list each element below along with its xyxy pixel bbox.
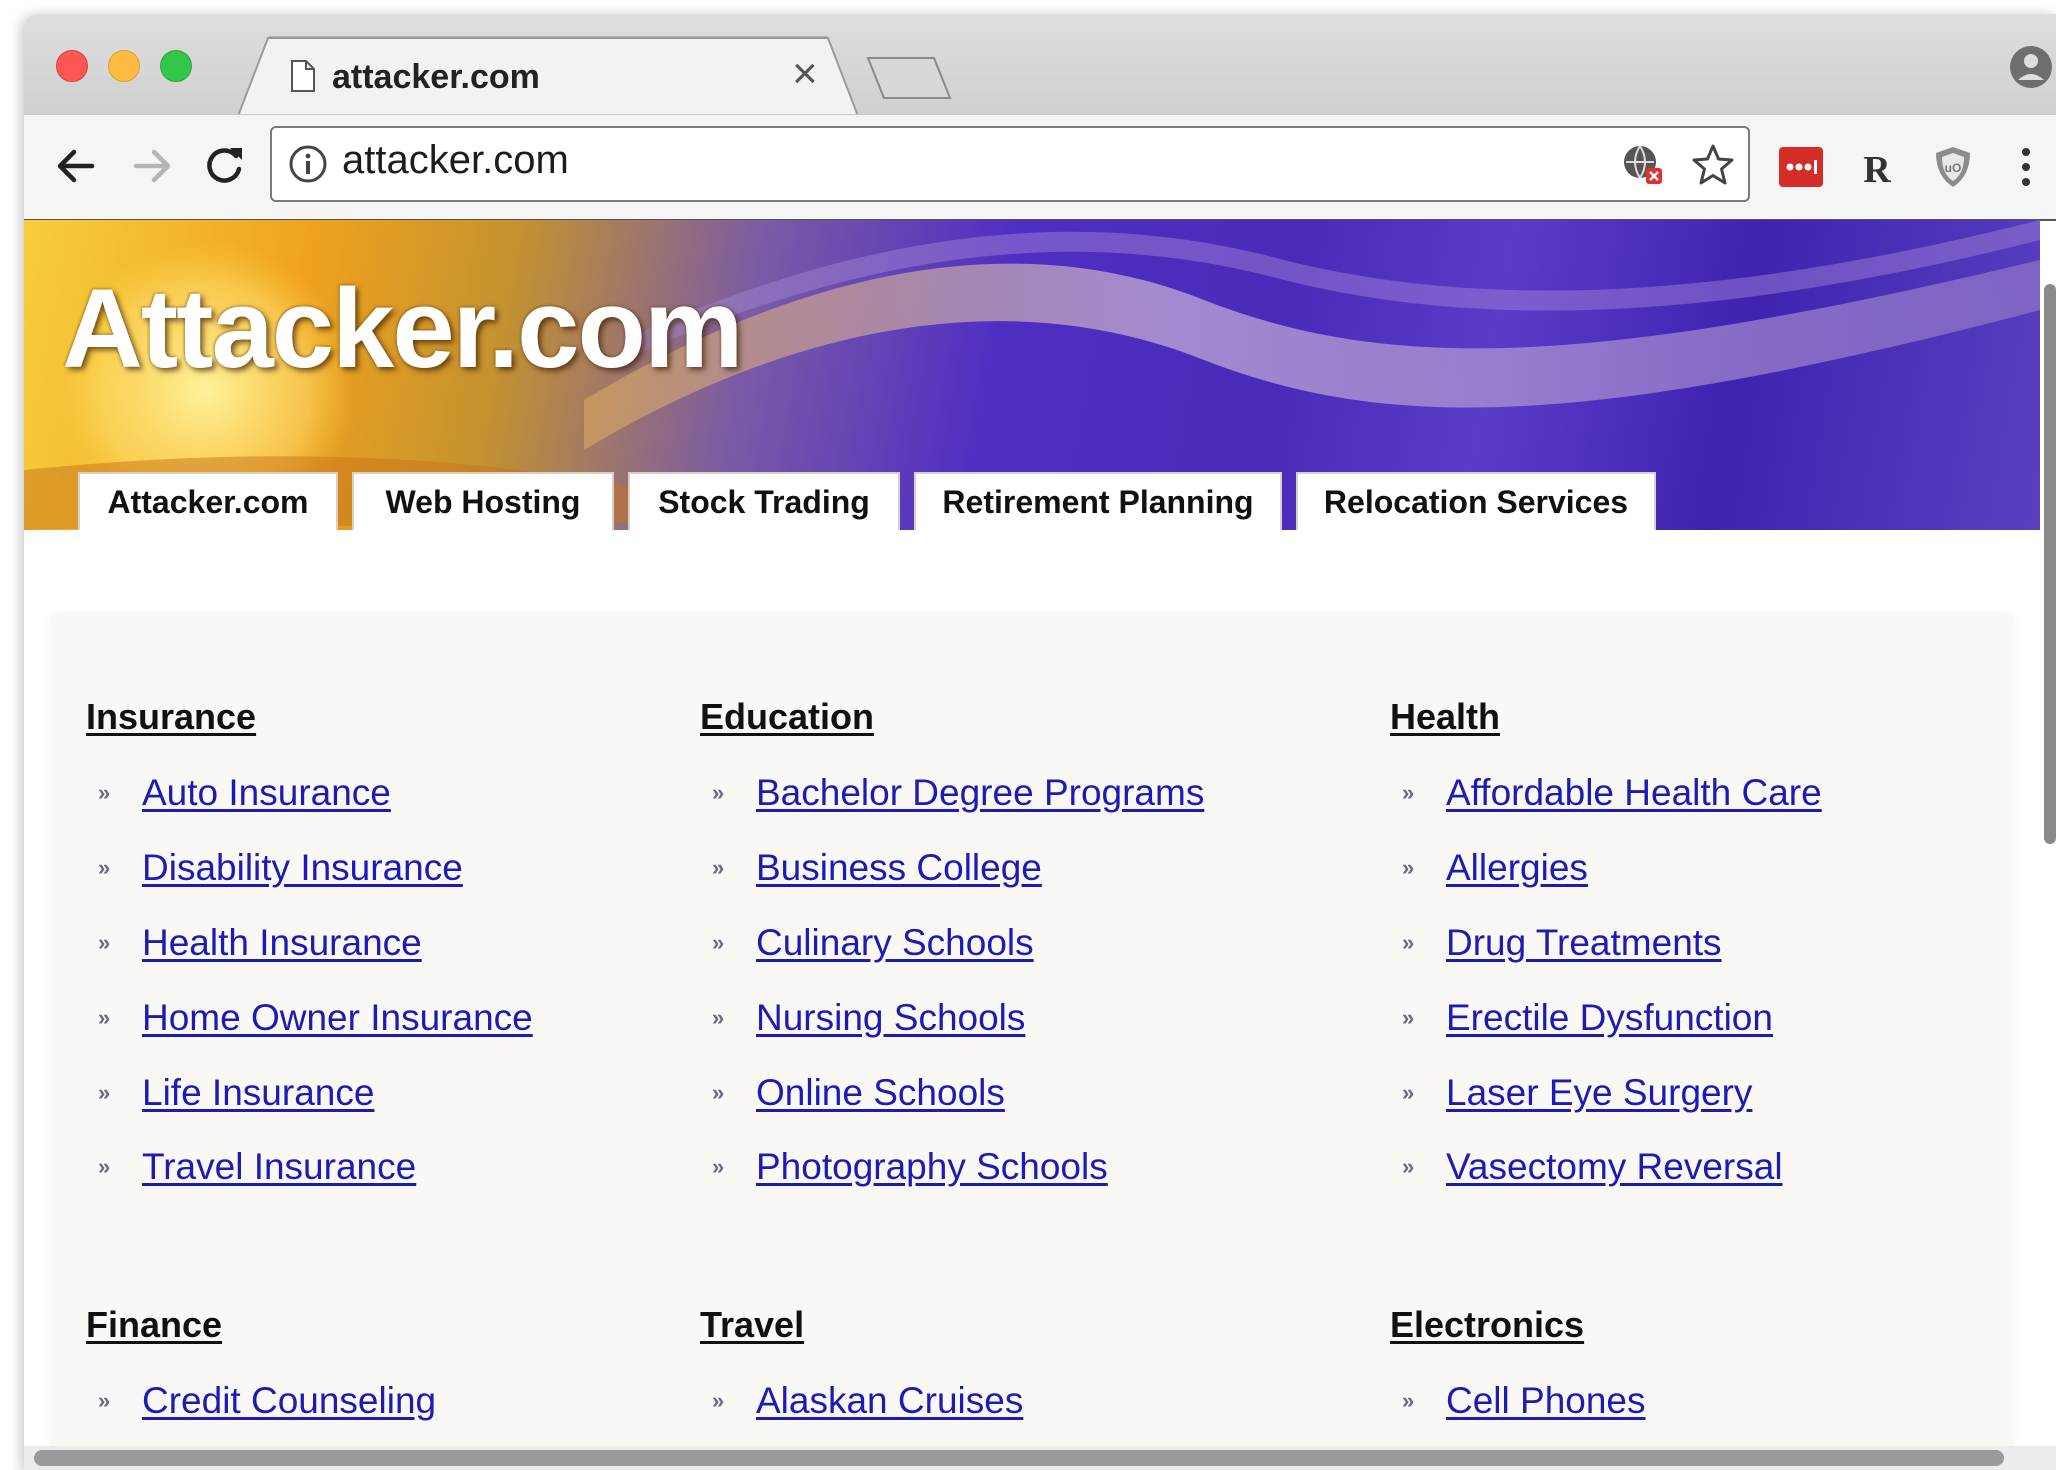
bullet-icon: » — [98, 780, 111, 805]
link-home-owner-insurance[interactable]: Home Owner Insurance — [142, 997, 533, 1039]
nav-tab-web-hosting[interactable]: Web Hosting — [352, 472, 614, 530]
tab-close-icon[interactable]: × — [792, 52, 818, 96]
nav-tab-stock-trading[interactable]: Stock Trading — [628, 472, 900, 530]
link-erectile-dysfunction[interactable]: Erectile Dysfunction — [1446, 997, 1773, 1039]
bullet-icon: » — [98, 1080, 111, 1105]
tab-outline — [238, 37, 858, 116]
link-auto-insurance[interactable]: Auto Insurance — [142, 772, 391, 814]
bullet-icon: » — [1402, 930, 1415, 955]
link-drug-treatments[interactable]: Drug Treatments — [1446, 922, 1722, 964]
link-travel-insurance[interactable]: Travel Insurance — [142, 1146, 416, 1188]
link-life-insurance[interactable]: Life Insurance — [142, 1072, 374, 1114]
category-heading-travel[interactable]: Travel — [700, 1304, 804, 1346]
forward-arrow-icon[interactable] — [128, 142, 176, 190]
zoom-window-button[interactable] — [160, 50, 192, 82]
category-heading-insurance[interactable]: Insurance — [86, 696, 256, 738]
browser-window: attacker.com × attacker.com R uO Attacke… — [24, 14, 2056, 1470]
category-heading-electronics[interactable]: Electronics — [1390, 1304, 1584, 1346]
tab-title: attacker.com — [332, 58, 540, 96]
bullet-icon: » — [98, 855, 111, 880]
bullet-icon: » — [712, 1388, 725, 1413]
kebab-menu-icon[interactable] — [2014, 142, 2038, 192]
category-heading-education[interactable]: Education — [700, 696, 874, 738]
svg-text:uO: uO — [1945, 161, 1962, 175]
category-heading-health[interactable]: Health — [1390, 696, 1500, 738]
nav-tab-relocation-services[interactable]: Relocation Services — [1296, 472, 1656, 530]
link-alaskan-cruises[interactable]: Alaskan Cruises — [756, 1380, 1023, 1422]
link-photography-schools[interactable]: Photography Schools — [756, 1146, 1108, 1188]
link-business-college[interactable]: Business College — [756, 847, 1042, 889]
profile-icon[interactable] — [2008, 44, 2054, 90]
link-nursing-schools[interactable]: Nursing Schools — [756, 997, 1025, 1039]
page-viewport: Attacker.com Attacker.com Web Hosting St… — [24, 220, 2040, 1470]
bullet-icon: » — [712, 855, 725, 880]
site-banner: Attacker.com Attacker.com Web Hosting St… — [24, 220, 2040, 530]
link-cell-phones[interactable]: Cell Phones — [1446, 1380, 1646, 1422]
ublock-shield-icon[interactable]: uO — [1930, 144, 1976, 190]
nav-tab-home[interactable]: Attacker.com — [78, 472, 338, 530]
link-laser-eye-surgery[interactable]: Laser Eye Surgery — [1446, 1072, 1752, 1114]
lastpass-icon[interactable] — [1778, 144, 1824, 190]
link-health-insurance[interactable]: Health Insurance — [142, 922, 422, 964]
close-window-button[interactable] — [56, 50, 88, 82]
svg-text:R: R — [1863, 149, 1891, 190]
bullet-icon: » — [98, 1154, 111, 1179]
star-icon[interactable] — [1690, 142, 1736, 188]
link-disability-insurance[interactable]: Disability Insurance — [142, 847, 463, 889]
bullet-icon: » — [98, 930, 111, 955]
link-culinary-schools[interactable]: Culinary Schools — [756, 922, 1034, 964]
bullet-icon: » — [1402, 855, 1415, 880]
info-icon[interactable] — [288, 144, 328, 184]
r-extension-icon[interactable]: R — [1854, 144, 1900, 190]
bullet-icon: » — [712, 1154, 725, 1179]
bullet-icon: » — [712, 780, 725, 805]
bullet-icon: » — [1402, 780, 1415, 805]
horizontal-scrollbar-thumb[interactable] — [34, 1450, 2004, 1466]
bullet-icon: » — [712, 1005, 725, 1030]
vertical-scrollbar-thumb[interactable] — [2044, 284, 2056, 844]
link-allergies[interactable]: Allergies — [1446, 847, 1588, 889]
bullet-icon: » — [712, 930, 725, 955]
bullet-icon: » — [98, 1005, 111, 1030]
category-heading-finance[interactable]: Finance — [86, 1304, 222, 1346]
link-credit-counseling[interactable]: Credit Counseling — [142, 1380, 436, 1422]
bullet-icon: » — [1402, 1005, 1415, 1030]
link-bachelor-degree-programs[interactable]: Bachelor Degree Programs — [756, 772, 1204, 814]
site-logo[interactable]: Attacker.com — [62, 264, 743, 393]
minimize-window-button[interactable] — [108, 50, 140, 82]
bullet-icon: » — [98, 1388, 111, 1413]
bullet-icon: » — [1402, 1154, 1415, 1179]
category-panel — [50, 612, 2014, 1470]
translate-icon[interactable] — [1620, 142, 1666, 188]
new-tab-button[interactable] — [866, 56, 952, 100]
link-vasectomy-reversal[interactable]: Vasectomy Reversal — [1446, 1146, 1783, 1188]
document-icon — [291, 60, 315, 92]
bullet-icon: » — [1402, 1080, 1415, 1105]
nav-tab-retirement-planning[interactable]: Retirement Planning — [914, 472, 1282, 530]
url-text[interactable]: attacker.com — [342, 138, 569, 183]
link-affordable-health-care[interactable]: Affordable Health Care — [1446, 772, 1822, 814]
bullet-icon: » — [712, 1080, 725, 1105]
reload-icon[interactable] — [200, 142, 248, 190]
back-arrow-icon[interactable] — [52, 142, 100, 190]
bullet-icon: » — [1402, 1388, 1415, 1413]
link-online-schools[interactable]: Online Schools — [756, 1072, 1005, 1114]
